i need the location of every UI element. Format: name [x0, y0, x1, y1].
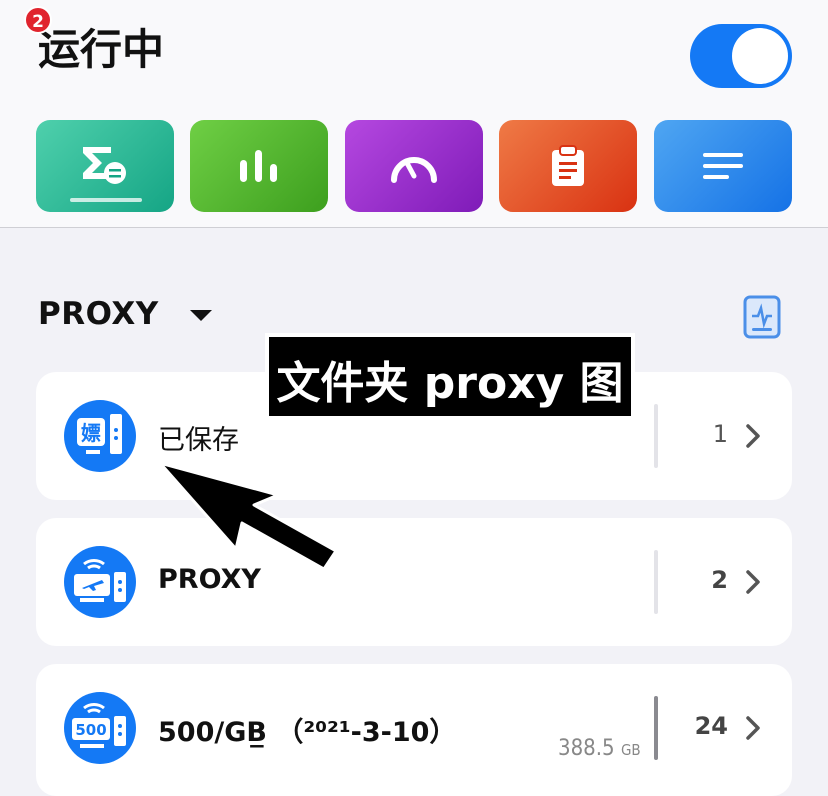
data-usage-unit: GB: [620, 741, 641, 759]
clipboard-button[interactable]: [499, 120, 637, 212]
page-title: 运行中: [38, 25, 165, 74]
list-item-title: 500/GB̲ （²⁰²¹-3-10）: [158, 717, 457, 748]
divider: [654, 404, 658, 468]
lines-icon: [703, 153, 743, 179]
top-panel: 运行中 2: [0, 0, 828, 228]
server-icon: 嫖: [77, 414, 122, 454]
item-count: 1: [712, 420, 728, 448]
active-underline: [70, 198, 142, 202]
data-usage: 388.5 GB: [558, 736, 641, 761]
avatar: 嫖: [64, 400, 136, 472]
group-label[interactable]: PROXY: [38, 296, 159, 332]
list-item-title: 已保存: [158, 425, 239, 456]
annotation-text: 文件夹 proxy 图: [276, 358, 624, 409]
avatar: [64, 546, 136, 618]
item-count: 2: [711, 566, 728, 594]
clipboard-icon: [552, 145, 584, 186]
item-count: 24: [694, 712, 728, 740]
overview-button[interactable]: [36, 120, 174, 212]
data-usage-value: 388.5: [558, 736, 615, 761]
avatar-glyph: 嫖: [81, 421, 101, 445]
bar-chart-icon: [240, 150, 277, 182]
server-500-icon: 500: [72, 703, 126, 748]
stats-button[interactable]: [190, 120, 328, 212]
power-toggle[interactable]: [690, 24, 792, 88]
airplane-server-icon: [74, 559, 126, 602]
avatar: 500: [64, 692, 136, 764]
chevron-right-icon: [746, 424, 760, 448]
speed-button[interactable]: [345, 120, 483, 212]
annotation-label: 文件夹 proxy 图: [265, 333, 635, 420]
chevron-right-icon: [746, 716, 760, 740]
chevron-right-icon: [746, 570, 760, 594]
divider: [654, 550, 658, 614]
sigma-list-icon: [83, 147, 126, 184]
document-pulse-icon[interactable]: [742, 294, 782, 340]
menu-button[interactable]: [654, 120, 792, 212]
chevron-down-icon[interactable]: [190, 310, 212, 321]
toggle-knob: [732, 28, 788, 84]
avatar-glyph: 500: [75, 721, 106, 739]
list-item[interactable]: 500 500/GB̲ （²⁰²¹-3-10） 388.5 GB 24: [36, 664, 792, 796]
annotation-arrow-icon: [158, 461, 338, 571]
divider: [654, 696, 658, 760]
notification-badge: 2: [24, 6, 52, 34]
speedometer-icon: [391, 157, 437, 183]
